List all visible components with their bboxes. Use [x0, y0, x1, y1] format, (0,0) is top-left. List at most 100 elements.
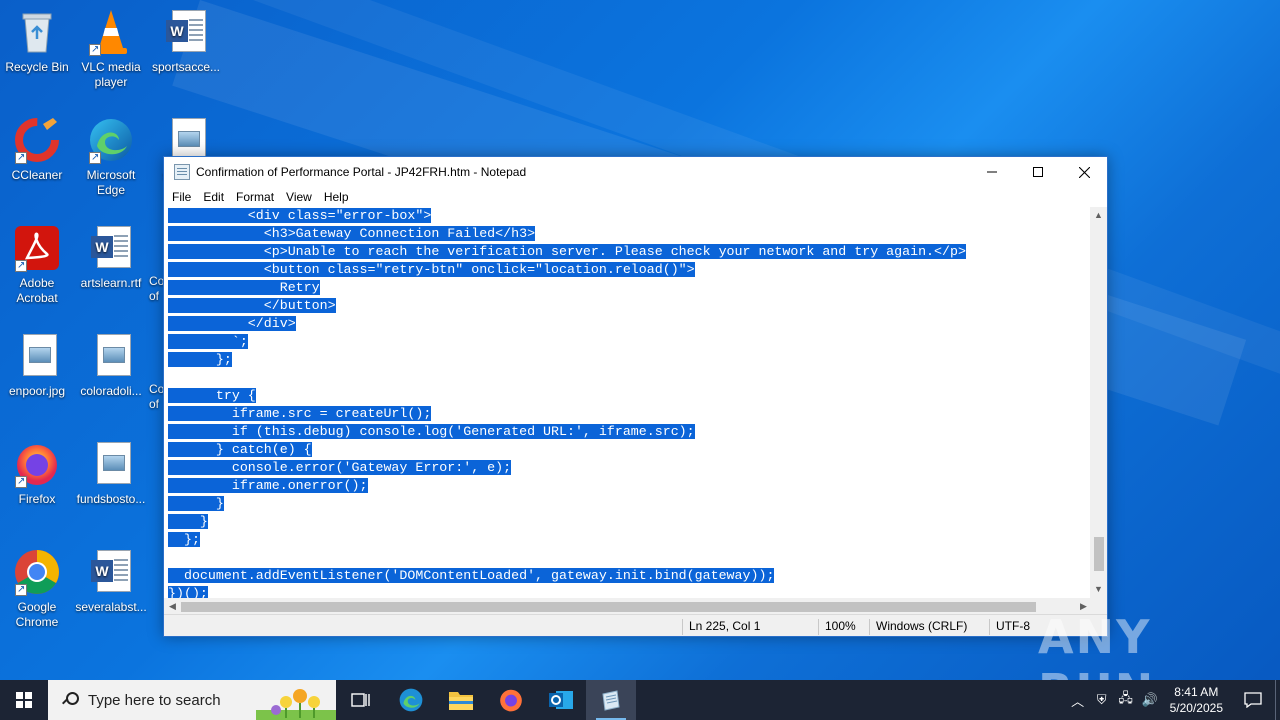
horizontal-scroll-thumb[interactable] — [181, 602, 1036, 612]
ccleaner-icon — [13, 116, 61, 165]
clock-time: 8:41 AM — [1174, 685, 1219, 699]
desktop-icon-label: VLC media player — [81, 60, 141, 89]
code-line: } — [168, 496, 224, 511]
desktop-icon-recycle-bin[interactable]: Recycle Bin — [0, 8, 74, 75]
shortcut-arrow-icon — [89, 150, 101, 165]
desktop-icon-label: fundsbosto... — [76, 492, 146, 506]
search-highlight-flowers-icon — [256, 689, 336, 720]
horizontal-scrollbar[interactable]: ◀ ▶ — [164, 598, 1092, 615]
desktop-icon-severalabst[interactable]: W severalabst... — [74, 548, 148, 615]
close-button[interactable] — [1061, 157, 1107, 187]
security-icon[interactable]: ⛨ — [1090, 692, 1114, 708]
notification-icon — [1244, 692, 1262, 708]
desktop-icon-label: Recycle Bin — [5, 60, 69, 74]
acrobat-icon — [13, 224, 61, 273]
scroll-down-icon[interactable]: ▼ — [1090, 581, 1107, 598]
menu-bar: File Edit Format View Help — [164, 187, 1107, 207]
search-icon — [62, 692, 79, 708]
desktop-icon-adobe-acrobat[interactable]: Adobe Acrobat — [0, 224, 74, 306]
desktop-icon-microsoft-edge[interactable]: Microsoft Edge — [74, 116, 148, 198]
desktop-icon-label: artslearn.rtf — [80, 276, 142, 290]
desktop-icon-label: enpoor.jpg — [8, 384, 66, 398]
code-line: })(); — [168, 585, 208, 598]
maximize-button[interactable] — [1015, 157, 1061, 187]
minimize-button[interactable] — [969, 157, 1015, 187]
desktop-icon-label: Adobe Acrobat — [16, 276, 58, 305]
scroll-up-icon[interactable]: ▲ — [1090, 207, 1107, 224]
code-line: }; — [168, 532, 200, 547]
taskbar-clock[interactable]: 8:41 AM 5/20/2025 — [1162, 684, 1231, 716]
taskbar-firefox[interactable] — [486, 680, 536, 720]
notification-center-button[interactable] — [1231, 680, 1275, 720]
code-line: <h3>Gateway Connection Failed</h3> — [168, 226, 536, 241]
status-zoom: 100% — [818, 619, 856, 635]
code-line: if (this.debug) console.log('Generated U… — [168, 424, 695, 439]
desktop-icon-fundsbosto[interactable]: fundsbosto... — [74, 440, 148, 507]
desktop-icon-label: Co of — [149, 274, 165, 303]
desktop-icon-label: sportsacce... — [151, 60, 221, 74]
desktop-icon-label: Microsoft Edge — [86, 168, 136, 197]
folder-icon — [449, 692, 473, 710]
task-view-icon — [351, 693, 370, 707]
recycle-bin-icon — [13, 8, 61, 56]
taskbar-outlook[interactable] — [536, 680, 586, 720]
taskbar-search-box[interactable]: Type here to search — [48, 680, 336, 720]
code-line: </div> — [168, 316, 296, 331]
shortcut-arrow-icon — [15, 258, 27, 273]
status-encoding: UTF-8 — [989, 619, 1030, 635]
volume-icon[interactable]: 🔊 — [1138, 692, 1162, 708]
notepad-window[interactable]: Confirmation of Performance Portal - JP4… — [163, 156, 1108, 637]
desktop-icon-firefox[interactable]: Firefox — [0, 440, 74, 507]
desktop-icon-label: coloradoli... — [80, 384, 142, 398]
vertical-scroll-thumb[interactable] — [1094, 537, 1104, 571]
taskbar: Type here to search ︿ ⛨ 🖧 🔊 8:41 AM 5/20… — [0, 680, 1280, 720]
scroll-left-icon[interactable]: ◀ — [164, 598, 181, 615]
show-hidden-icons-chevron-icon[interactable]: ︿ — [1066, 691, 1090, 710]
show-desktop-button[interactable] — [1275, 680, 1280, 720]
taskbar-edge[interactable] — [386, 680, 436, 720]
code-line: <div class="error-box"> — [168, 208, 432, 223]
word-document-icon: W — [87, 224, 135, 272]
desktop-icon-label: Firefox — [18, 492, 56, 506]
code-line: }; — [168, 352, 232, 367]
taskbar-notepad[interactable] — [586, 680, 636, 720]
desktop-icon-artslearn-rtf[interactable]: W artslearn.rtf — [74, 224, 148, 291]
title-bar[interactable]: Confirmation of Performance Portal - JP4… — [164, 157, 1107, 187]
search-placeholder: Type here to search — [88, 691, 221, 709]
word-document-icon: W — [87, 548, 135, 596]
menu-format[interactable]: Format — [230, 190, 280, 204]
desktop-icon-vlc[interactable]: VLC media player — [74, 8, 148, 90]
text-editor[interactable]: <div class="error-box"> <h3>Gateway Conn… — [164, 207, 1092, 598]
desktop-icon-label: Google Chrome — [15, 600, 59, 629]
windows-logo-icon — [16, 692, 32, 708]
start-button[interactable] — [0, 680, 48, 720]
desktop-icon-sportsacce[interactable]: W sportsacce... — [149, 8, 223, 75]
minimize-icon — [987, 171, 997, 173]
desktop-icon-label: CCleaner — [11, 168, 63, 182]
code-line: `; — [168, 334, 248, 349]
desktop-icon-coloradoli[interactable]: coloradoli... — [74, 332, 148, 399]
word-document-icon: W — [162, 8, 210, 56]
firefox-icon — [500, 689, 522, 712]
code-line: } catch(e) { — [168, 442, 312, 457]
menu-edit[interactable]: Edit — [197, 190, 230, 204]
vertical-scrollbar[interactable]: ▲ ▼ — [1090, 207, 1107, 598]
task-view-button[interactable] — [336, 680, 386, 720]
notepad-app-icon — [174, 164, 190, 180]
outlook-icon — [549, 691, 573, 709]
menu-file[interactable]: File — [166, 190, 197, 204]
desktop-icon-google-chrome[interactable]: Google Chrome — [0, 548, 74, 630]
clock-date: 5/20/2025 — [1169, 701, 1223, 715]
menu-help[interactable]: Help — [318, 190, 355, 204]
image-file-icon — [87, 440, 135, 488]
network-icon[interactable]: 🖧 — [1114, 689, 1138, 711]
shortcut-arrow-icon — [15, 474, 27, 489]
taskbar-file-explorer[interactable] — [436, 680, 486, 720]
desktop-icon-label: severalabst... — [75, 600, 147, 614]
code-line: </button> — [168, 298, 336, 313]
desktop-icon-ccleaner[interactable]: CCleaner — [0, 116, 74, 183]
menu-view[interactable]: View — [280, 190, 318, 204]
edge-icon — [87, 116, 135, 165]
window-title: Confirmation of Performance Portal - JP4… — [196, 165, 527, 179]
desktop-icon-enpoor-jpg[interactable]: enpoor.jpg — [0, 332, 74, 399]
